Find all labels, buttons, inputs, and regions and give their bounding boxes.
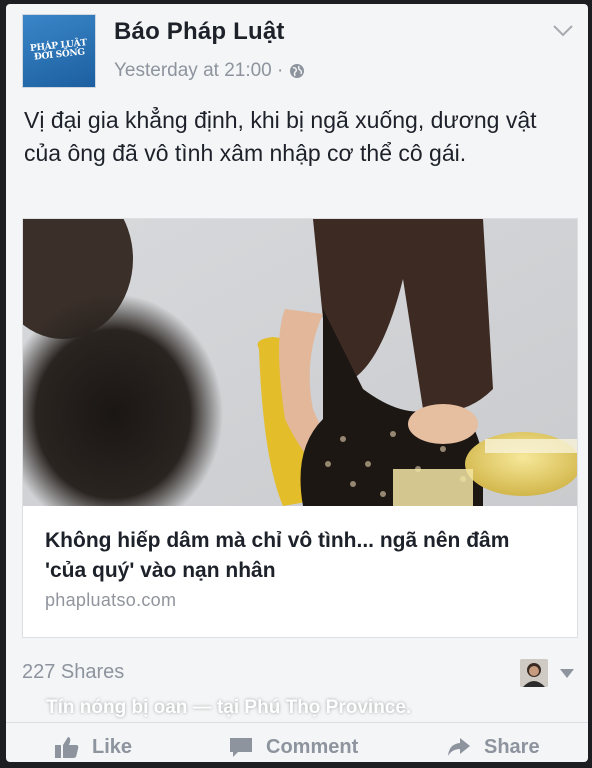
post-timestamp[interactable]: Yesterday at 21:00 · xyxy=(114,60,283,82)
post-meta: Yesterday at 21:00 · xyxy=(114,60,305,82)
link-domain: phapluatso.com xyxy=(45,590,177,610)
avatar[interactable] xyxy=(520,659,548,687)
link-preview-image[interactable] xyxy=(23,219,577,506)
post-header: Pháp Luật Đời Sống Báo Pháp Luật Yesterd… xyxy=(22,14,578,94)
comment-button[interactable]: Comment xyxy=(228,735,358,759)
post-card: Pháp Luật Đời Sống Báo Pháp Luật Yesterd… xyxy=(6,4,588,762)
thumbs-up-icon xyxy=(55,737,79,758)
share-label: Share xyxy=(484,735,540,758)
preview-photo xyxy=(23,219,577,506)
link-preview[interactable]: Không hiếp dâm mà chỉ vô tình... ngã nên… xyxy=(22,218,578,638)
caret-down-icon[interactable] xyxy=(560,669,574,678)
action-bar: Like Comment Share xyxy=(6,722,588,762)
comment-icon xyxy=(230,738,252,757)
post-text: Vị đại gia khẳng định, khi bị ngã xuống,… xyxy=(24,107,537,166)
logo-text: Pháp Luật Đời Sống xyxy=(29,38,88,63)
link-caption[interactable]: Không hiếp dâm mà chỉ vô tình... ngã nên… xyxy=(23,506,577,637)
link-title[interactable]: Không hiếp dâm mà chỉ vô tình... ngã nên… xyxy=(45,526,555,586)
page-name[interactable]: Báo Pháp Luật xyxy=(114,18,285,46)
check-in-caption: Tín nóng bị oan — tại Phú Thọ Province. xyxy=(46,697,412,718)
share-count[interactable]: 227 Shares xyxy=(22,661,124,684)
chevron-down-icon[interactable] xyxy=(552,24,574,38)
share-arrow-icon xyxy=(448,738,470,756)
like-label: Like xyxy=(92,735,133,758)
comment-label: Comment xyxy=(266,735,359,758)
globe-icon xyxy=(290,64,305,78)
like-button[interactable]: Like xyxy=(54,735,132,759)
share-button[interactable]: Share xyxy=(446,735,540,759)
shares-row: 227 Shares xyxy=(22,659,578,689)
avatar-image xyxy=(520,659,548,687)
page-logo[interactable]: Pháp Luật Đời Sống xyxy=(22,14,96,88)
